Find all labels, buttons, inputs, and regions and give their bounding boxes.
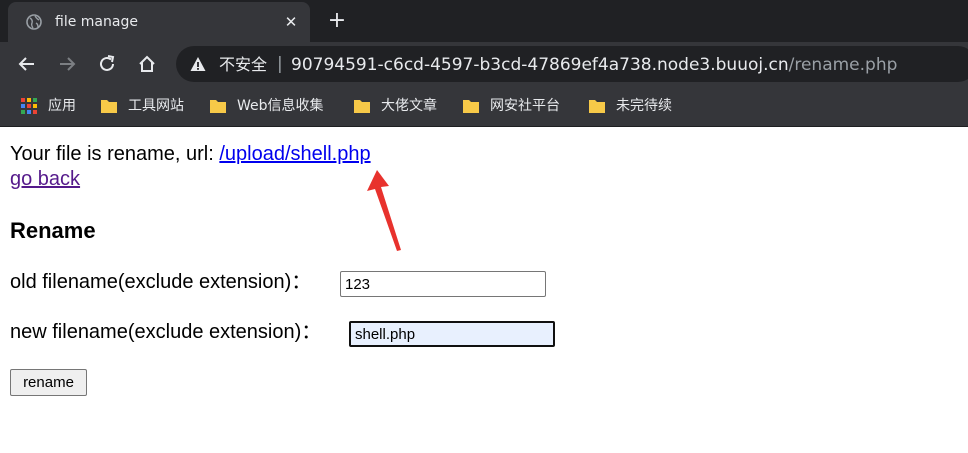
folder-icon <box>101 100 117 113</box>
tab-title: file manage <box>55 14 138 30</box>
url-path: /rename.php <box>788 55 898 75</box>
annotation-arrow-icon <box>367 170 401 251</box>
url-separator: | <box>277 54 283 74</box>
folder-icon <box>210 100 226 113</box>
bookmark-label: 网安社平台 <box>490 98 560 114</box>
active-tab[interactable]: file manage ✕ <box>8 2 310 42</box>
new-tab-icon[interactable]: + <box>326 10 348 32</box>
forward-icon[interactable] <box>56 53 78 75</box>
bookmark-label: 大佬文章 <box>381 98 437 114</box>
tab-strip: file manage ✕ + <box>0 0 968 42</box>
uploaded-file-link[interactable]: /upload/shell.php <box>219 143 370 165</box>
back-icon[interactable] <box>16 53 38 75</box>
globe-icon <box>26 14 42 30</box>
rename-button[interactable]: rename <box>10 369 87 396</box>
folder-icon <box>589 100 605 113</box>
old-filename-label: old filename(exclude extension)： <box>10 271 312 293</box>
address-bar[interactable]: 不安全 | 90794591-c6cd-4597-b3cd-47869ef4a7… <box>176 46 968 82</box>
close-tab-icon[interactable]: ✕ <box>280 11 302 33</box>
rename-result-message: Your file is rename, url: /upload/shell.… <box>10 143 371 165</box>
bookmark-label: 应用 <box>48 98 76 114</box>
security-label[interactable]: 不安全 <box>219 55 267 75</box>
url-host: 90794591-c6cd-4597-b3cd-47869ef4a738.nod… <box>291 55 789 75</box>
new-filename-label: new filename(exclude extension)： <box>10 321 322 343</box>
warning-icon[interactable] <box>190 56 206 72</box>
message-prefix: Your file is rename, url: <box>10 143 220 165</box>
bookmark-label: 未完待续 <box>616 98 672 114</box>
page-content: Your file is rename, url: /upload/shell.… <box>0 127 968 453</box>
bookmarks-bar: 应用 工具网站 Web信息收集 大佬文章 网安社平台 未完待续 <box>0 86 968 127</box>
url-text[interactable]: 90794591-c6cd-4597-b3cd-47869ef4a738.nod… <box>291 55 897 75</box>
folder-icon <box>354 100 370 113</box>
browser-toolbar: 不安全 | 90794591-c6cd-4597-b3cd-47869ef4a7… <box>0 42 968 86</box>
go-back-link[interactable]: go back <box>10 168 80 190</box>
page-title: Rename <box>10 218 96 243</box>
new-filename-field[interactable] <box>349 321 555 347</box>
old-filename-field[interactable] <box>340 271 546 297</box>
bookmark-label: Web信息收集 <box>237 98 324 114</box>
apps-grid-icon <box>21 98 37 114</box>
bookmark-label: 工具网站 <box>128 98 184 114</box>
home-icon[interactable] <box>136 53 158 75</box>
reload-icon[interactable] <box>96 53 118 75</box>
folder-icon <box>463 100 479 113</box>
